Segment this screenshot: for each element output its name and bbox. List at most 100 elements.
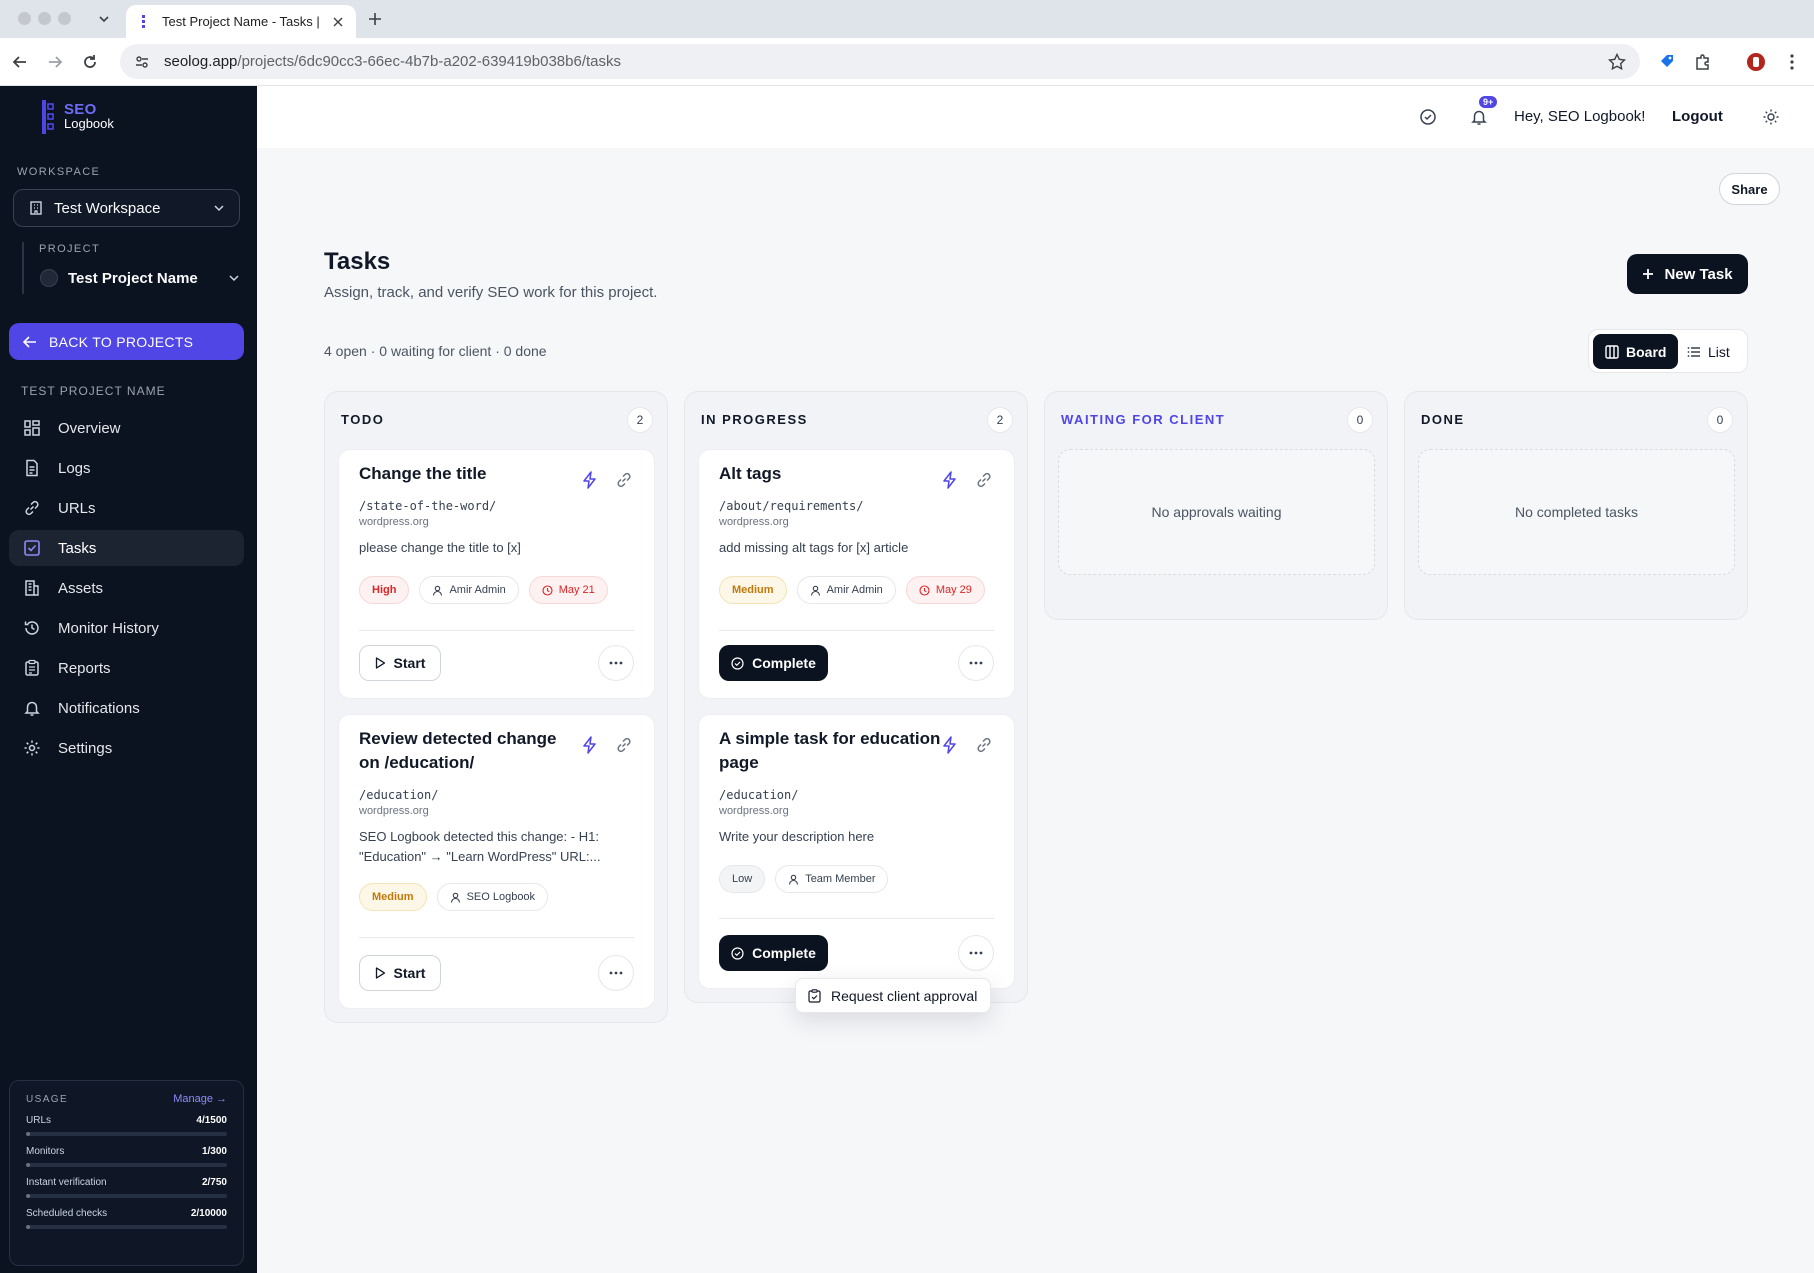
sidebar-item-label: Notifications — [58, 699, 140, 717]
usage-bar — [26, 1132, 227, 1136]
start-button[interactable]: Start — [359, 645, 441, 681]
board-view-button[interactable]: Board — [1593, 334, 1679, 369]
address-bar[interactable]: seolog.app/projects/6dc90cc3-66ec-4b7b-a… — [120, 44, 1640, 79]
building-icon — [28, 200, 44, 216]
usage-manage-link[interactable]: Manage → — [173, 1093, 227, 1105]
new-tab-plus-icon[interactable] — [364, 8, 386, 30]
sidebar-item-label: URLs — [58, 499, 96, 517]
extension-tag-icon[interactable] — [1655, 50, 1679, 74]
tab-search-chevron-icon[interactable] — [94, 9, 114, 29]
buildings-icon — [22, 578, 42, 598]
back-to-projects-button[interactable]: BACK TO PROJECTS — [9, 323, 244, 360]
forward-arrow-icon[interactable] — [43, 50, 67, 74]
task-card[interactable]: Alt tags /about/requirements/ wordpress.… — [698, 449, 1015, 699]
window-zoom-dot[interactable] — [58, 12, 71, 25]
task-path: /education/ — [719, 788, 799, 802]
project-select[interactable]: Test Project Name — [40, 263, 240, 293]
sidebar-item-tasks[interactable]: Tasks — [9, 530, 244, 566]
view-toggle: Board List — [1588, 329, 1748, 373]
browser-menu-kebab-icon[interactable] — [1780, 50, 1804, 74]
usage-bar — [26, 1225, 227, 1229]
ellipsis-icon — [609, 971, 623, 975]
app-logo[interactable]: SEO Logbook — [40, 100, 114, 134]
workspace-value: Test Workspace — [54, 199, 161, 217]
usage-label: URLs — [26, 1115, 52, 1126]
sidebar-item-settings[interactable]: Settings — [9, 730, 244, 766]
clipboard-check-icon — [808, 988, 821, 1003]
column-count: 0 — [1347, 407, 1373, 433]
task-card[interactable]: A simple task for education page /educati… — [698, 714, 1015, 989]
share-button[interactable]: Share — [1719, 173, 1780, 205]
project-tree-line — [22, 242, 24, 294]
theme-toggle-sun-icon[interactable] — [1760, 106, 1782, 128]
sidebar-item-assets[interactable]: Assets — [9, 570, 244, 606]
more-options-button[interactable] — [958, 645, 994, 681]
column-title: WAITING FOR CLIENT — [1061, 412, 1226, 427]
sidebar-item-reports[interactable]: Reports — [9, 650, 244, 686]
sidebar-item-logs[interactable]: Logs — [9, 450, 244, 486]
reload-icon[interactable] — [78, 50, 102, 74]
window-minimize-dot[interactable] — [38, 12, 51, 25]
usage-value: 2/10000 — [190, 1208, 227, 1219]
lightning-icon[interactable] — [580, 470, 600, 490]
logout-button[interactable]: Logout — [1672, 108, 1723, 125]
more-options-button[interactable] — [598, 645, 634, 681]
list-view-label: List — [1708, 343, 1730, 360]
new-task-button[interactable]: New Task — [1627, 254, 1748, 294]
columns-icon — [1605, 344, 1619, 359]
complete-button[interactable]: Complete — [719, 645, 828, 681]
sidebar-item-urls[interactable]: URLs — [9, 490, 244, 526]
project-value: Test Project Name — [68, 269, 198, 287]
sidebar-item-overview[interactable]: Overview — [9, 410, 244, 446]
profile-avatar-icon[interactable] — [1744, 50, 1768, 74]
complete-button[interactable]: Complete — [719, 935, 828, 971]
back-arrow-icon[interactable] — [8, 50, 32, 74]
column-count: 0 — [1707, 407, 1733, 433]
usage-bar — [26, 1163, 227, 1167]
usage-title: USAGE — [26, 1093, 69, 1105]
plus-icon — [1642, 268, 1654, 280]
list-view-button[interactable]: List — [1675, 334, 1742, 369]
site-settings-icon[interactable] — [134, 54, 150, 70]
check-circle-icon[interactable] — [1417, 106, 1439, 128]
user-icon — [788, 874, 799, 885]
more-options-button[interactable] — [958, 935, 994, 971]
lightning-icon[interactable] — [940, 470, 960, 490]
logo-mark-icon — [42, 100, 54, 134]
link-icon[interactable] — [614, 735, 634, 755]
app-header: 9+ Hey, SEO Logbook! Logout — [257, 86, 1814, 148]
clock-icon — [542, 584, 553, 596]
extensions-puzzle-icon[interactable] — [1691, 50, 1715, 74]
chevron-down-icon — [228, 272, 240, 284]
sidebar-item-notifications[interactable]: Notifications — [9, 690, 244, 726]
start-button[interactable]: Start — [359, 955, 441, 991]
page-subtitle: Assign, track, and verify SEO work for t… — [324, 284, 658, 301]
logo-line2: Logbook — [64, 116, 114, 131]
link-icon[interactable] — [974, 470, 994, 490]
new-task-label: New Task — [1664, 265, 1733, 283]
window-close-dot[interactable] — [18, 12, 31, 25]
bookmark-star-icon[interactable] — [1608, 52, 1626, 71]
link-icon[interactable] — [614, 470, 634, 490]
workspace-select[interactable]: Test Workspace — [13, 189, 240, 227]
more-options-button[interactable] — [598, 955, 634, 991]
card-divider — [359, 630, 634, 631]
close-tab-icon[interactable] — [330, 14, 346, 30]
priority-badge: High — [359, 576, 410, 604]
sidebar-item-monitor-history[interactable]: Monitor History — [9, 610, 244, 646]
user-icon — [450, 892, 461, 903]
task-card[interactable]: Change the title /state-of-the-word/ wor… — [338, 449, 655, 699]
lightning-icon[interactable] — [580, 735, 600, 755]
assignee-name: SEO Logbook — [466, 891, 536, 903]
task-path: /state-of-the-word/ — [359, 499, 497, 513]
check-circle-icon — [731, 656, 744, 670]
notification-bell-icon[interactable] — [1468, 106, 1490, 128]
request-client-approval-menu-item[interactable]: Request client approval — [795, 978, 991, 1013]
checkbox-icon — [22, 538, 42, 558]
task-card[interactable]: Review detected change on /education/ /ed… — [338, 714, 655, 1009]
lightning-icon[interactable] — [940, 735, 960, 755]
browser-tab-active[interactable]: Test Project Name - Tasks | S — [126, 5, 356, 38]
browser-toolbar: seolog.app/projects/6dc90cc3-66ec-4b7b-a… — [0, 38, 1814, 86]
task-description: Write your description here — [719, 829, 875, 844]
link-icon[interactable] — [974, 735, 994, 755]
